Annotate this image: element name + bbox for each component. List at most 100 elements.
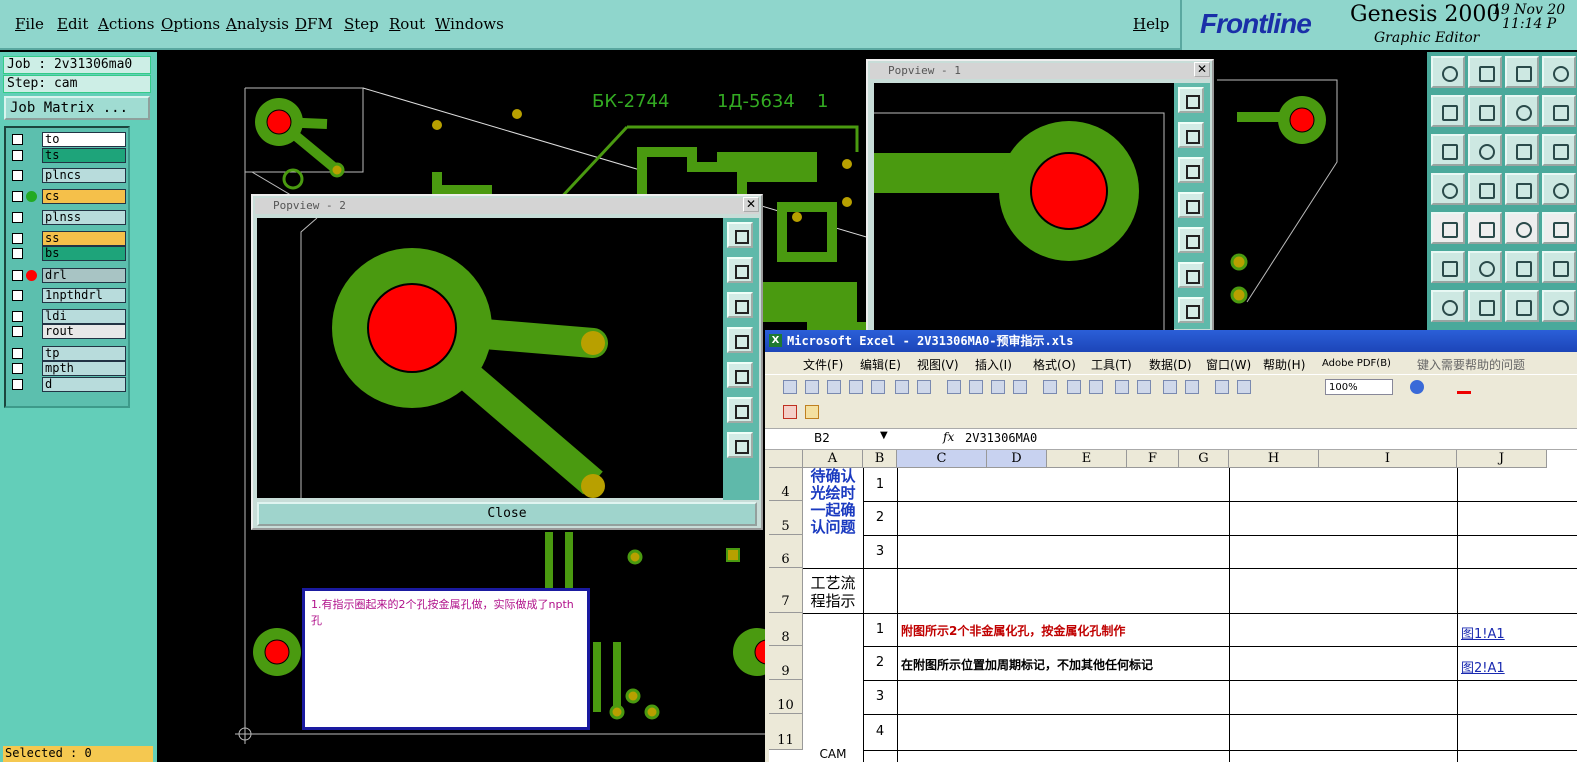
cell-b-4[interactable]: 1 — [863, 613, 897, 646]
layer-name[interactable]: bs — [42, 246, 126, 261]
tool-undo-icon[interactable] — [1505, 95, 1539, 127]
layer-checkbox[interactable] — [12, 170, 23, 181]
layer-name[interactable]: ldi — [42, 309, 126, 324]
tool-measure-icon[interactable] — [1542, 134, 1576, 166]
row-header-6[interactable]: 6 — [769, 535, 803, 568]
popview-expand-button[interactable] — [1178, 297, 1204, 323]
column-header-E[interactable]: E — [1047, 450, 1127, 468]
menu-step[interactable]: Step — [344, 15, 379, 33]
hyperlink-icon[interactable] — [1115, 380, 1129, 394]
paste-icon[interactable] — [1013, 380, 1027, 394]
dropdown-arrow-icon[interactable]: ▼ — [880, 430, 888, 441]
xl-menu-tools[interactable]: 工具(T) — [1091, 356, 1132, 373]
drawing-icon[interactable] — [1237, 380, 1251, 394]
column-header-G[interactable]: G — [1179, 450, 1229, 468]
copy-icon[interactable] — [991, 380, 1005, 394]
layer-row-1npthdrl[interactable]: 1npthdrl — [8, 288, 126, 303]
layer-name[interactable]: mpth — [42, 361, 126, 376]
layer-name[interactable]: rout — [42, 324, 126, 339]
layer-name[interactable]: plncs — [42, 168, 126, 183]
tool-snap-icon[interactable] — [1505, 173, 1539, 205]
layer-name[interactable]: ss — [42, 231, 126, 246]
chart-icon[interactable] — [1215, 380, 1229, 394]
select-all-corner[interactable] — [769, 450, 803, 468]
tool-arc-icon[interactable] — [1505, 290, 1539, 322]
layer-checkbox[interactable] — [12, 150, 23, 161]
popview-pan-right-button[interactable] — [1178, 227, 1204, 253]
column-header-D[interactable]: D — [987, 450, 1047, 468]
popview-zoom-out-button[interactable] — [727, 292, 753, 318]
popview-1-close-icon[interactable]: ✕ — [1194, 62, 1210, 77]
convert-pdf-icon[interactable] — [783, 405, 797, 419]
font-color-icon[interactable] — [1457, 380, 1471, 394]
xl-menu-window[interactable]: 窗口(W) — [1206, 356, 1251, 373]
cell-b-3[interactable]: 3 — [863, 535, 897, 568]
tool-pan-icon[interactable] — [1542, 56, 1576, 88]
layer-row-rout[interactable]: rout — [8, 324, 126, 339]
tool-shape-icon[interactable] — [1542, 290, 1576, 322]
layer-row-plncs[interactable]: plncs — [8, 168, 126, 183]
redo-icon[interactable] — [1089, 380, 1103, 394]
format-painter-icon[interactable] — [1043, 380, 1057, 394]
column-header-I[interactable]: I — [1319, 450, 1457, 468]
help-icon[interactable] — [1410, 380, 1424, 394]
tool-home-icon[interactable] — [1505, 56, 1539, 88]
open-icon[interactable] — [805, 380, 819, 394]
cell-link-2[interactable]: 图2!A1 — [1461, 657, 1505, 676]
popview-pan-left-button[interactable] — [727, 327, 753, 353]
cell-b-1[interactable]: 1 — [863, 468, 897, 501]
row-header-11[interactable]: 11 — [769, 714, 803, 750]
row-header-10[interactable]: 10 — [769, 680, 803, 714]
layer-checkbox[interactable] — [12, 363, 23, 374]
tool-center-icon[interactable] — [1468, 134, 1502, 166]
permission-icon[interactable] — [849, 380, 863, 394]
menu-windows[interactable]: Windows — [435, 15, 504, 33]
cell-a-confirm[interactable]: 待确认光绘时一起确认问题 — [805, 468, 861, 536]
layer-name[interactable]: plnss — [42, 210, 126, 225]
tool-ruler-icon[interactable] — [1505, 212, 1539, 244]
menu-options[interactable]: Options — [161, 15, 220, 33]
tool-select-icon[interactable] — [1431, 212, 1465, 244]
layer-checkbox[interactable] — [12, 348, 23, 359]
layer-row-d[interactable]: d — [8, 377, 126, 392]
layer-name[interactable]: cs — [42, 189, 126, 204]
row-header-4[interactable]: 4 — [769, 468, 803, 501]
layer-row-ldi[interactable]: ldi — [8, 309, 126, 324]
cell-b-7[interactable]: 4 — [863, 714, 897, 750]
tool-forward-icon[interactable] — [1468, 95, 1502, 127]
xl-menu-view[interactable]: 视图(V) — [917, 356, 959, 373]
cut-icon[interactable] — [969, 380, 983, 394]
layer-checkbox[interactable] — [12, 233, 23, 244]
layer-checkbox[interactable] — [12, 326, 23, 337]
note-textbox[interactable]: 1.有指示圈起来的2个孔按金属孔做，实际做成了npth孔 — [302, 588, 590, 730]
print-preview-icon[interactable] — [895, 380, 909, 394]
menu-rout[interactable]: Rout — [389, 15, 425, 33]
tool-ratio-icon[interactable] — [1505, 134, 1539, 166]
layer-row-bs[interactable]: bs — [8, 246, 126, 261]
tool-pen-icon[interactable] — [1468, 290, 1502, 322]
xl-help-search[interactable]: 键入需要帮助的问题 — [1417, 356, 1525, 373]
popview-zoom-in-button[interactable] — [1178, 122, 1204, 148]
undo-icon[interactable] — [1067, 380, 1081, 394]
tool-settings-icon[interactable] — [1431, 173, 1465, 205]
popview-zoom-fit-button[interactable] — [727, 222, 753, 248]
sort-asc-icon[interactable] — [1163, 380, 1177, 394]
cell-instruction-2[interactable]: 在附图所示位置加周期标记，不加其他任何标记 — [901, 656, 1153, 673]
layer-name[interactable]: d — [42, 377, 126, 392]
layer-name[interactable]: tp — [42, 346, 126, 361]
tool-cross-icon[interactable] — [1468, 251, 1502, 283]
popview-2-close-icon[interactable]: ✕ — [743, 197, 759, 212]
menu-analysis[interactable]: Analysis — [226, 15, 289, 33]
popview-close-button[interactable]: Close — [257, 502, 757, 526]
popview-zoom-fit-button[interactable] — [1178, 87, 1204, 113]
popview-pan-right-button[interactable] — [727, 362, 753, 388]
column-header-C[interactable]: C — [897, 450, 987, 468]
layer-row-ss[interactable]: ss — [8, 231, 126, 246]
layer-row-mpth[interactable]: mpth — [8, 361, 126, 376]
spreadsheet-grid[interactable]: A B C D E F G H I J 4 5 6 7 8 9 10 11 待确认光绘时一起确认问题 工艺流程指示 CA… — [769, 450, 1577, 762]
pdf-email-icon[interactable] — [805, 405, 819, 419]
tool-fit-icon[interactable] — [1431, 134, 1465, 166]
tool-move-icon[interactable] — [1505, 251, 1539, 283]
popview-shrink-button[interactable] — [727, 397, 753, 423]
new-icon[interactable] — [783, 380, 797, 394]
